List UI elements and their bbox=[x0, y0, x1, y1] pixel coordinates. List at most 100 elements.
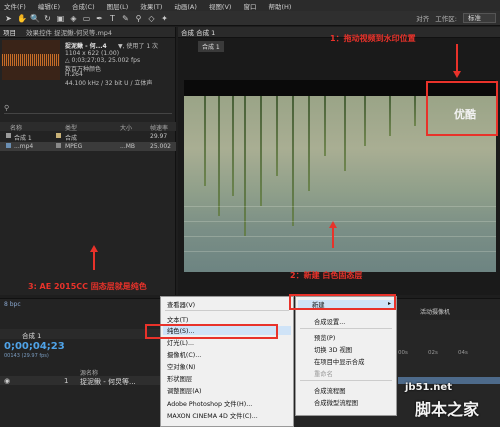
menu-item-camera[interactable]: 摄像机(C)... bbox=[167, 350, 201, 359]
menu-view[interactable]: 视图(V) bbox=[209, 1, 232, 11]
tab-project[interactable]: 项目 bbox=[3, 27, 16, 37]
menu-item-adjustment[interactable]: 调整图层(A) bbox=[167, 386, 201, 395]
current-timecode[interactable]: 0;00;04;23 bbox=[4, 341, 65, 352]
eraser-tool-icon[interactable]: ◇ bbox=[147, 14, 156, 23]
workspace-label: 工作区: bbox=[435, 15, 457, 23]
highlight-solid-box bbox=[145, 324, 278, 339]
highlight-new-box bbox=[289, 294, 396, 310]
menu-item-cinema4d[interactable]: MAXON CINEMA 4D 文件(C)... bbox=[167, 411, 258, 420]
zoom-tool-icon[interactable]: 🔍 bbox=[30, 14, 40, 23]
col-name[interactable]: 名称 bbox=[10, 123, 22, 132]
footage-info: 捉泥鳅 - 何...4 ▼, 使用了 1 次 1104 x 622 (1.00)… bbox=[0, 38, 176, 98]
highlight-watermark-box bbox=[426, 81, 498, 136]
project-column-headers: 名称 类型 大小 帧速率 bbox=[0, 122, 176, 132]
col-type[interactable]: 类型 bbox=[65, 123, 77, 132]
menu-item-null[interactable]: 空对象(N) bbox=[167, 362, 196, 371]
tab-composition[interactable]: 合成 合成 1 bbox=[181, 27, 215, 37]
menu-layer[interactable]: 图层(L) bbox=[107, 1, 129, 11]
timeline-tabs: 合成 1 bbox=[0, 329, 160, 340]
info-line: 44.100 kHz / 32 bit U / 立体声 bbox=[65, 80, 153, 87]
arrow-line bbox=[93, 250, 95, 270]
item-size: ...MB bbox=[120, 143, 136, 150]
workspace-select[interactable]: 标准 bbox=[463, 13, 496, 23]
menu-file[interactable]: 文件(F) bbox=[4, 1, 26, 11]
selection-tool-icon[interactable]: ➤ bbox=[4, 14, 13, 23]
layer-name: 捉泥鳅 - 何炅等... bbox=[80, 378, 136, 386]
brush-tool-icon[interactable]: ✎ bbox=[121, 14, 130, 23]
pan-tool-icon[interactable]: ◈ bbox=[69, 14, 78, 23]
menu-item-photoshop[interactable]: Adobe Photoshop 文件(H)... bbox=[167, 399, 252, 408]
toolbar-right: 对齐 工作区: 标准 bbox=[416, 13, 496, 23]
layer-number: 1 bbox=[64, 377, 69, 385]
menu-item-preview[interactable]: 预览(P) bbox=[314, 333, 335, 342]
text-tool-icon[interactable]: T bbox=[108, 14, 117, 23]
col-rate[interactable]: 帧速率 bbox=[150, 123, 168, 132]
annotation-step-2: 2：新建 白色固态层 bbox=[290, 271, 363, 280]
item-name: 合成 1 bbox=[14, 135, 32, 142]
footage-icon bbox=[6, 143, 11, 148]
label-color-icon bbox=[56, 133, 61, 138]
info-line: △ 0;03;27;03, 25.002 fps bbox=[65, 57, 141, 64]
mask-tool-icon[interactable]: ▭ bbox=[82, 14, 91, 23]
bpc-label[interactable]: 8 bpc bbox=[4, 301, 21, 308]
stamp-tool-icon[interactable]: ⚲ bbox=[134, 14, 143, 23]
project-search-input[interactable]: ⚲ bbox=[4, 104, 172, 114]
pen-tool-icon[interactable]: ✒ bbox=[95, 14, 104, 23]
project-item-row[interactable]: 合成 1 合成 29.97 bbox=[0, 132, 176, 142]
comp-breadcrumb[interactable]: 合成 1 bbox=[198, 41, 224, 52]
item-type: MPEG bbox=[65, 143, 83, 150]
menu-item-shape[interactable]: 形状图层 bbox=[167, 374, 192, 383]
annotation-step-3: 3: AE 2015CC 固态层就是纯色 bbox=[28, 282, 147, 291]
menu-help[interactable]: 帮助(H) bbox=[268, 1, 291, 11]
site-name: 脚本之家 bbox=[415, 400, 480, 419]
menu-item-rename: 重命名 bbox=[314, 371, 333, 378]
footage-name: 捉泥鳅 - 何...4 bbox=[65, 43, 107, 50]
menu-item-viewer[interactable]: 查看器(V) bbox=[167, 300, 195, 309]
annotation-step-1: 1：拖动视频到水印位置 bbox=[330, 34, 416, 43]
menu-composition[interactable]: 合成(C) bbox=[72, 1, 95, 11]
site-url: jb51.net bbox=[405, 382, 452, 393]
menu-item-flowchart[interactable]: 合成流程图 bbox=[314, 386, 345, 395]
rotate-tool-icon[interactable]: ↻ bbox=[43, 14, 52, 23]
hand-tool-icon[interactable]: ✋ bbox=[17, 14, 27, 23]
menu-item-comp-settings[interactable]: 合成设置... bbox=[314, 317, 345, 326]
item-rate: 25.002 bbox=[150, 143, 171, 150]
menu-item-3d-view[interactable]: 切换 3D 视图 bbox=[314, 345, 352, 354]
arrow-up-icon bbox=[90, 245, 98, 252]
label-color-icon bbox=[56, 143, 61, 148]
info-line: H.264 bbox=[65, 71, 83, 78]
col-size[interactable]: 大小 bbox=[120, 123, 132, 132]
frame-rate: 00143 (29.97 fps) bbox=[4, 353, 49, 359]
menu-item-text[interactable]: 文本(T) bbox=[167, 315, 188, 324]
puppet-tool-icon[interactable]: ✦ bbox=[160, 14, 169, 23]
menu-effect[interactable]: 效果(T) bbox=[140, 1, 162, 11]
camera-tool-icon[interactable]: ▣ bbox=[56, 14, 65, 23]
menu-edit[interactable]: 编辑(E) bbox=[38, 1, 60, 11]
eye-icon[interactable]: ◉ bbox=[4, 377, 10, 385]
arrow-line bbox=[456, 44, 458, 71]
menu-animation[interactable]: 动画(A) bbox=[174, 1, 197, 11]
item-type: 合成 bbox=[65, 135, 78, 142]
menu-item-light[interactable]: 灯光(L)... bbox=[167, 338, 194, 347]
comp-icon bbox=[6, 133, 11, 138]
context-submenu: 新建 ▸ 合成设置... 预览(P) 切换 3D 视图 在项目中显示合成 重命名… bbox=[295, 296, 397, 416]
arrow-line bbox=[332, 226, 334, 248]
tools-toolbar: ➤ ✋ 🔍 ↻ ▣ ◈ ▭ ✒ T ✎ ⚲ ◇ ✦ 对齐 工作区: 标准 bbox=[0, 11, 500, 26]
arrow-up-icon bbox=[329, 221, 337, 228]
menu-window[interactable]: 窗口 bbox=[243, 1, 256, 11]
usage-count: ▼, 使用了 1 次 bbox=[118, 43, 159, 50]
tick-label: 02s bbox=[428, 350, 438, 356]
layer-row[interactable]: ◉ 1 捉泥鳅 - 何炅等... bbox=[0, 376, 160, 386]
tick-label: 00s bbox=[398, 350, 408, 356]
item-rate: 29.97 bbox=[150, 133, 168, 140]
item-name: ...mp4 bbox=[14, 143, 34, 150]
project-item-row[interactable]: ...mp4 MPEG ...MB 25.002 bbox=[0, 142, 176, 151]
menu-item-reveal[interactable]: 在项目中显示合成 bbox=[314, 357, 364, 366]
tab-effect-controls[interactable]: 效果控件 捉泥鳅-何炅等.mp4 bbox=[26, 27, 112, 37]
tick-label: 04s bbox=[458, 350, 468, 356]
menu-bar: 文件(F) 编辑(E) 合成(C) 图层(L) 效果(T) 动画(A) 视图(V… bbox=[0, 0, 500, 11]
active-camera-label[interactable]: 活动摄像机 bbox=[420, 307, 450, 316]
align-label[interactable]: 对齐 bbox=[416, 13, 429, 23]
menu-item-mini-flowchart[interactable]: 合成微型流程图 bbox=[314, 398, 358, 407]
tab-comp[interactable]: 合成 1 bbox=[22, 330, 41, 340]
